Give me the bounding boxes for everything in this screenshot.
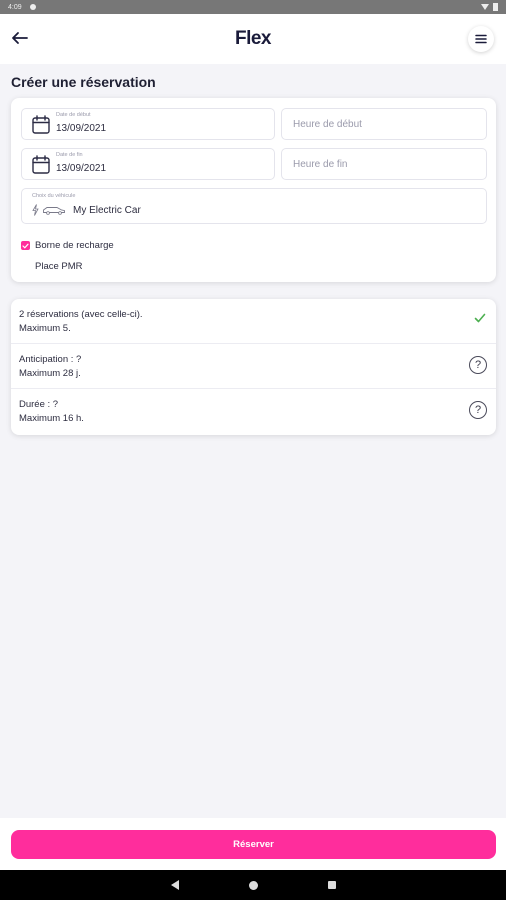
help-icon[interactable]: ? [469, 401, 487, 419]
end-date-field[interactable]: Date de fin 13/09/2021 [21, 148, 275, 180]
reservation-rules: 2 réservations (avec celle-ci). Maximum … [11, 299, 496, 435]
check-icon [473, 311, 487, 330]
checkbox-checked-icon [21, 241, 30, 250]
car-icon [43, 207, 65, 215]
start-date-label: Date de début [56, 112, 91, 118]
end-date-value: 13/09/2021 [56, 163, 107, 174]
system-nav-bar [0, 870, 506, 900]
pmr-spot-option[interactable]: Place PMR [21, 261, 83, 272]
rule-duration: Durée : ? Maximum 16 h. ? [11, 389, 496, 434]
vehicle-value: My Electric Car [73, 205, 141, 216]
start-date-field[interactable]: Date de début 13/09/2021 [21, 108, 275, 140]
battery-icon [493, 3, 498, 11]
rule-limit: Maximum 28 j. [19, 368, 81, 379]
rule-text: Durée : ? [19, 399, 59, 410]
pmr-spot-label: Place PMR [35, 261, 83, 272]
status-bar: 4:09 [0, 0, 506, 14]
calendar-icon [32, 115, 50, 139]
app-header: Flex [0, 14, 506, 64]
menu-button[interactable] [468, 26, 494, 52]
rule-limit: Maximum 5. [19, 323, 71, 334]
lightning-icon [32, 204, 39, 216]
rule-limit: Maximum 16 h. [19, 413, 84, 424]
calendar-icon [32, 155, 50, 179]
rule-text: Anticipation : ? [19, 354, 82, 365]
nav-recents-icon[interactable] [327, 881, 336, 889]
app-logo: Flex [234, 28, 272, 49]
end-time-placeholder: Heure de fin [293, 159, 348, 170]
nav-home-icon[interactable] [248, 880, 258, 890]
start-date-value: 13/09/2021 [56, 123, 107, 134]
rule-reservations: 2 réservations (avec celle-ci). Maximum … [11, 299, 496, 344]
vehicle-label: Choix du véhicule [32, 193, 76, 199]
end-time-field[interactable]: Heure de fin [281, 148, 487, 180]
rule-anticipation: Anticipation : ? Maximum 28 j. ? [11, 344, 496, 389]
hamburger-icon [475, 34, 487, 44]
end-date-label: Date de fin [56, 152, 83, 158]
vehicle-select[interactable]: Choix du véhicule My Electric Car [21, 188, 487, 224]
checkbox-unchecked-icon [21, 262, 30, 271]
notification-dot-icon [29, 4, 36, 10]
page-title: Créer une réservation [11, 74, 156, 90]
reservation-form: Date de début 13/09/2021 Heure de début … [11, 98, 496, 282]
bottom-action-area: Réserver [0, 818, 506, 870]
charging-station-label: Borne de recharge [35, 240, 114, 251]
charging-station-option[interactable]: Borne de recharge [21, 240, 114, 251]
status-time: 4:09 [8, 3, 22, 11]
start-time-field[interactable]: Heure de début [281, 108, 487, 140]
wifi-icon [481, 4, 489, 10]
rule-text: 2 réservations (avec celle-ci). [19, 309, 143, 320]
help-icon[interactable]: ? [469, 356, 487, 374]
nav-back-icon[interactable] [170, 880, 179, 890]
reserve-button[interactable]: Réserver [11, 830, 496, 859]
start-time-placeholder: Heure de début [293, 119, 362, 130]
